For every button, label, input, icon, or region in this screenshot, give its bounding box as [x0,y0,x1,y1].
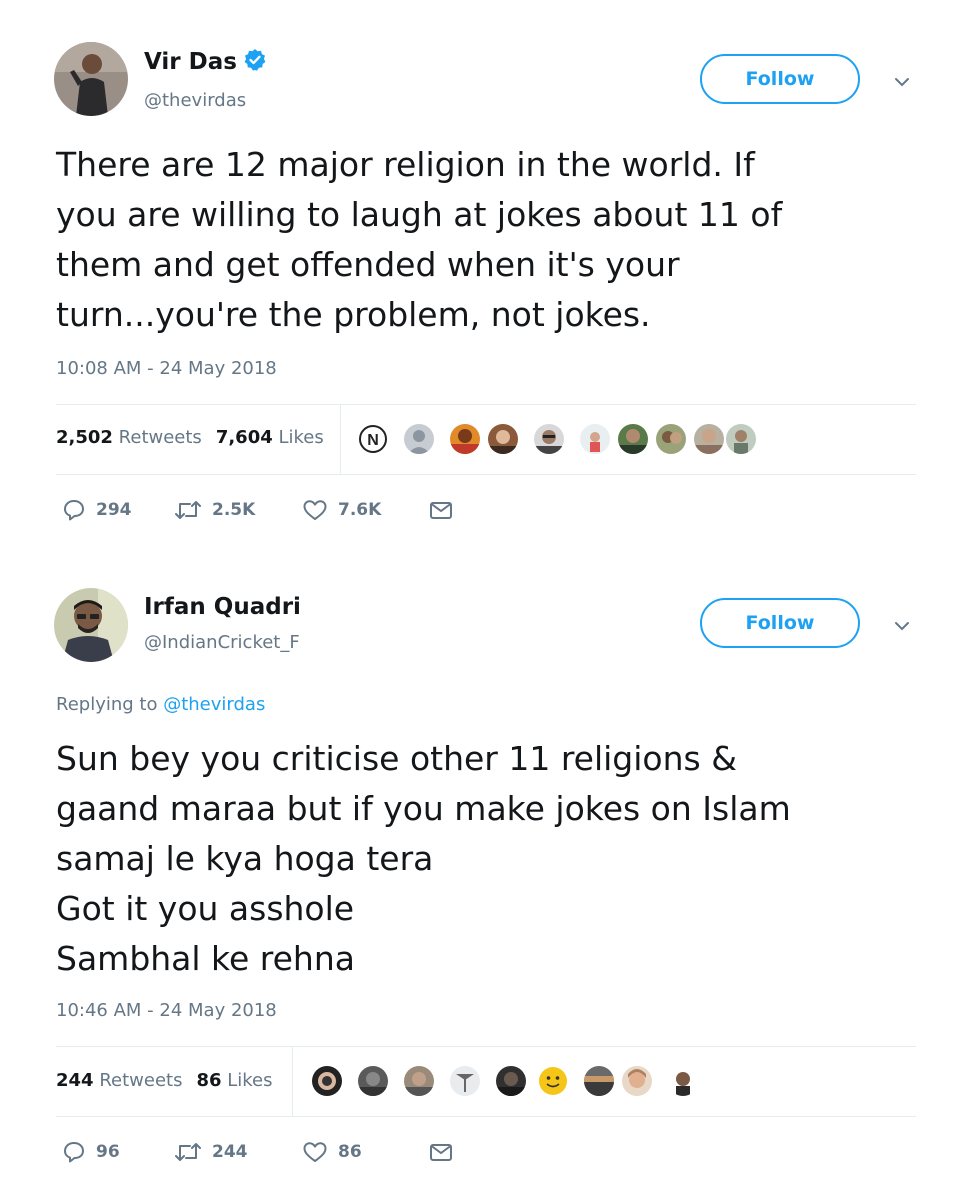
chevron-down-icon[interactable] [892,74,912,88]
display-name-text: Vir Das [144,49,237,75]
liker-avatar[interactable] [578,422,612,456]
direct-message-button[interactable] [428,498,454,522]
divider [56,474,916,475]
tweet-actions: 294 2.5K 7.6K [56,498,656,528]
reply-button[interactable]: 294 [62,498,132,522]
direct-message-icon [430,1144,452,1161]
like-icon [303,500,327,520]
timestamp[interactable]: 10:08 AM - 24 May 2018 [56,358,277,379]
like-icon [303,1142,327,1162]
liker-avatar[interactable] [654,422,688,456]
divider [56,1046,916,1047]
retweet-icon [175,1143,201,1161]
liker-avatar[interactable] [402,1064,436,1098]
engagement-stats: 244 Retweets 86 Likes [56,1070,273,1091]
follow-button[interactable]: Follow [700,598,860,648]
handle[interactable]: @thevirdas [144,90,246,111]
replying-to-label: Replying to [56,694,158,715]
liker-avatar[interactable] [616,422,650,456]
retweets-stat[interactable]: 244 Retweets [56,1070,182,1091]
likes-stat[interactable]: 7,604 Likes [216,427,324,448]
svg-text:N: N [367,432,379,449]
liker-avatar[interactable]: N [356,422,390,456]
tweet-text: There are 12 major religion in the world… [56,145,783,334]
liker-avatar[interactable] [666,1064,700,1098]
liker-avatar[interactable] [356,1064,390,1098]
liker-avatars: N [356,422,758,458]
reply-button[interactable]: 96 [62,1140,120,1164]
reply-icon [64,1142,84,1163]
liker-avatars [310,1064,710,1100]
retweet-button[interactable]: 2.5K [174,498,255,522]
likes-stat[interactable]: 86 Likes [196,1070,272,1091]
chevron-down-icon[interactable] [892,618,912,632]
engagement-stats: 2,502 Retweets 7,604 Likes [56,427,324,448]
display-name[interactable]: Irfan Quadri [144,594,301,620]
reply-icon [64,500,84,521]
avatar[interactable] [54,42,128,116]
like-button[interactable]: 86 [302,1140,362,1164]
liker-avatar[interactable] [402,422,436,456]
like-button[interactable]: 7.6K [302,498,381,522]
liker-avatar[interactable] [486,422,520,456]
liker-avatar[interactable] [448,422,482,456]
divider [340,404,341,474]
liker-avatar[interactable] [620,1064,654,1098]
liker-avatar[interactable] [310,1064,344,1098]
replying-to-mention[interactable]: @thevirdas [163,694,265,715]
liker-avatar[interactable] [582,1064,616,1098]
retweet-icon [175,501,201,519]
replying-to: Replying to @thevirdas [56,694,265,715]
divider [292,1046,293,1116]
divider [56,404,916,405]
direct-message-button[interactable] [428,1140,454,1164]
liker-avatar[interactable] [448,1064,482,1098]
follow-button[interactable]: Follow [700,54,860,104]
timestamp[interactable]: 10:46 AM - 24 May 2018 [56,1000,277,1021]
liker-avatar[interactable] [536,1064,570,1098]
avatar[interactable] [54,588,128,662]
liker-avatar[interactable] [692,422,726,456]
verified-badge-icon [243,48,267,78]
handle[interactable]: @IndianCricket_F [144,632,300,653]
tweet-text: Sun bey you criticise other 11 religions… [56,739,791,978]
tweet-actions: 96 244 86 [56,1140,656,1170]
display-name[interactable]: Vir Das [144,48,267,78]
retweet-button[interactable]: 244 [174,1140,248,1164]
divider [56,1116,916,1117]
retweets-stat[interactable]: 2,502 Retweets [56,427,202,448]
liker-avatar[interactable] [532,422,566,456]
liker-avatar[interactable] [494,1064,528,1098]
liker-avatar[interactable] [724,422,758,456]
direct-message-icon [430,502,452,519]
